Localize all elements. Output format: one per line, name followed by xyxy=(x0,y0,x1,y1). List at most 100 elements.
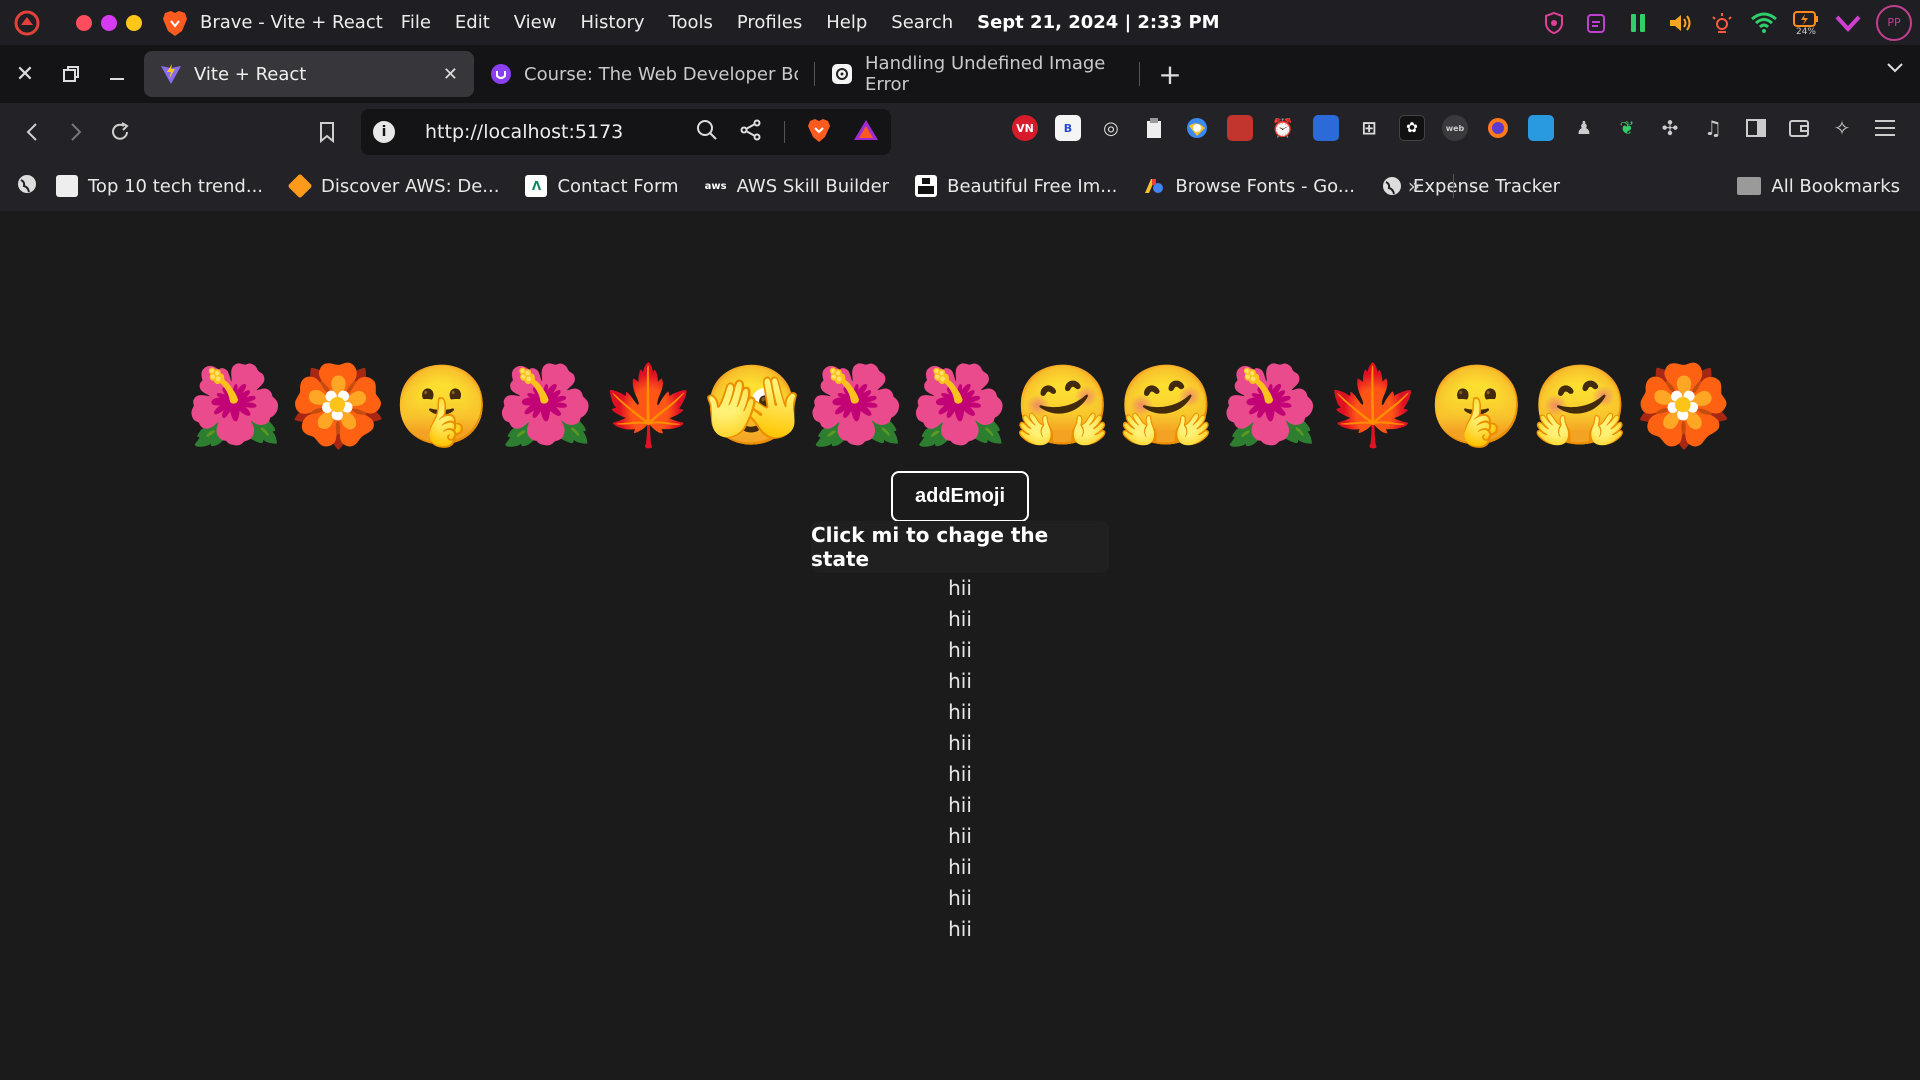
battery-icon[interactable]: 24% xyxy=(1792,9,1820,37)
close-icon[interactable]: ✕ xyxy=(2,51,48,97)
back-button[interactable] xyxy=(12,112,52,152)
more-bookmarks-chevron-icon[interactable]: » xyxy=(1408,174,1420,198)
menu-help[interactable]: Help xyxy=(826,12,867,33)
bookmark-label: Browse Fonts - Go... xyxy=(1175,175,1355,197)
minimize-window-dot[interactable] xyxy=(101,14,117,31)
extension-person-icon[interactable]: ♟ xyxy=(1571,115,1597,141)
shield-icon[interactable] xyxy=(1540,9,1568,37)
extension-clipboard-icon[interactable] xyxy=(1141,115,1167,141)
site-info-icon[interactable]: i xyxy=(373,121,395,143)
list-item: hii xyxy=(948,669,972,693)
extension-grid-icon[interactable]: ⊞ xyxy=(1356,115,1382,141)
list-item: hii xyxy=(948,607,972,631)
address-bar[interactable]: i http://localhost:5173 xyxy=(361,109,891,155)
sidebar-toggle-icon[interactable] xyxy=(1743,115,1769,141)
globe-icon xyxy=(1381,175,1403,197)
unsplash-icon xyxy=(915,175,938,197)
extension-color-globe-icon[interactable] xyxy=(1184,115,1210,141)
extension-openai-icon[interactable]: ✿ xyxy=(1399,115,1425,141)
menu-search[interactable]: Search xyxy=(891,12,953,33)
globe-icon[interactable] xyxy=(16,173,38,200)
emoji-item: 🌺 xyxy=(496,361,596,451)
calendar-icon[interactable] xyxy=(1582,9,1610,37)
extension-leaf-icon[interactable]: ❦ xyxy=(1614,115,1640,141)
volume-icon[interactable] xyxy=(1666,9,1694,37)
divider xyxy=(784,121,785,143)
menu-file[interactable]: File xyxy=(401,12,431,33)
brightness-icon[interactable] xyxy=(1708,9,1736,37)
close-window-dot[interactable] xyxy=(76,14,92,31)
change-state-text[interactable]: Click mi to chage the state xyxy=(811,521,1109,573)
restore-window-icon[interactable] xyxy=(48,51,94,97)
emoji-item: 🌺 xyxy=(910,361,1010,451)
udemy-icon xyxy=(490,63,512,85)
menu-view[interactable]: View xyxy=(514,12,557,33)
tab-search-chevron-icon[interactable] xyxy=(1886,59,1904,80)
list-item: hii xyxy=(948,638,972,662)
extension-firefox-like-icon[interactable] xyxy=(1485,115,1511,141)
bookmark-item[interactable]: Discover AWS: De... xyxy=(287,173,499,199)
chatgpt-icon xyxy=(831,63,853,85)
bookmark-label: Top 10 tech trend... xyxy=(88,175,264,197)
bookmark-item[interactable]: Λ Contact Form xyxy=(525,175,679,197)
emoji-item: 🌺 xyxy=(806,361,907,451)
add-emoji-button[interactable]: addEmoji xyxy=(891,471,1029,522)
extension-vn-icon[interactable]: VN xyxy=(1012,115,1038,141)
extensions-puzzle-icon[interactable]: ✣ xyxy=(1657,115,1683,141)
tab-label: Vite + React xyxy=(194,63,307,85)
menu-edit[interactable]: Edit xyxy=(455,12,490,33)
extension-window-icon[interactable] xyxy=(1313,115,1339,141)
tab-strip: ✕ Vite + React ✕ Course: The Web Develop… xyxy=(0,45,1920,103)
extension-b-icon[interactable]: B xyxy=(1055,115,1081,141)
avatar[interactable]: PP xyxy=(1876,4,1912,41)
bookmark-label: Beautiful Free Im... xyxy=(947,175,1118,197)
system-menu-bar: Brave - Vite + React File Edit View Hist… xyxy=(0,0,1920,45)
bookmark-item[interactable]: Beautiful Free Im... xyxy=(915,175,1117,197)
extension-glasses-icon[interactable]: ◎ xyxy=(1098,115,1124,141)
leo-ai-icon[interactable]: ✧ xyxy=(1829,115,1855,141)
menu-tools[interactable]: Tools xyxy=(669,12,713,33)
all-bookmarks-button[interactable]: All Bookmarks xyxy=(1737,176,1900,197)
url-text[interactable]: http://localhost:5173 xyxy=(425,121,623,143)
distro-logo-icon[interactable] xyxy=(12,8,42,38)
extension-web-icon[interactable]: web xyxy=(1442,115,1468,141)
emoji-row: 🌺 🏵️ 🤫 🌺 🍁 🫣 🌺 🌺 🤗 🤗 🌺 🍁 🤫 🤗 🏵️ xyxy=(0,358,1920,454)
brave-rewards-icon[interactable] xyxy=(853,118,879,146)
app-title: Brave - Vite + React xyxy=(200,12,383,33)
clock[interactable]: Sept 21, 2024 | 2:33 PM xyxy=(977,12,1219,33)
tab-close-icon[interactable]: ✕ xyxy=(443,64,458,85)
hamburger-menu-icon[interactable] xyxy=(1872,115,1898,141)
bookmarks-bar: Top 10 tech trend... Discover AWS: De...… xyxy=(0,161,1920,211)
forward-button[interactable] xyxy=(56,112,96,152)
share-icon[interactable] xyxy=(740,119,762,145)
bookmark-item[interactable]: Top 10 tech trend... xyxy=(56,175,263,197)
page-content: 🌺 🏵️ 🤫 🌺 🍁 🫣 🌺 🌺 🤗 🤗 🌺 🍁 🤫 🤗 🏵️ addEmoji… xyxy=(0,211,1920,1080)
tab-course[interactable]: Course: The Web Developer Boot xyxy=(474,51,814,97)
pause-icon[interactable] xyxy=(1624,9,1652,37)
tab-handling-error[interactable]: Handling Undefined Image Error xyxy=(815,51,1155,97)
brave-shields-icon[interactable] xyxy=(807,117,831,147)
bookmark-page-button[interactable] xyxy=(307,112,347,152)
list-item: hii xyxy=(948,917,972,941)
reload-button[interactable] xyxy=(100,112,140,152)
tab-vite-react[interactable]: Vite + React ✕ xyxy=(144,51,474,97)
media-music-icon[interactable]: ♫ xyxy=(1700,115,1726,141)
minimize-icon[interactable] xyxy=(94,51,140,97)
menu-history[interactable]: History xyxy=(580,12,644,33)
wifi-icon[interactable] xyxy=(1750,9,1778,37)
emoji-item: 🏵️ xyxy=(289,361,389,451)
alarm-clock-icon[interactable]: ⏰ xyxy=(1270,115,1296,141)
menu-profiles[interactable]: Profiles xyxy=(737,12,802,33)
list-item: hii xyxy=(948,700,972,724)
wallet-icon[interactable] xyxy=(1786,115,1812,141)
tab-label: Handling Undefined Image Error xyxy=(865,53,1106,95)
chevron-down-icon[interactable] xyxy=(1834,9,1862,37)
bookmark-item[interactable]: aws AWS Skill Builder xyxy=(704,175,889,197)
extension-book-icon[interactable] xyxy=(1227,115,1253,141)
zoom-icon[interactable] xyxy=(696,119,718,145)
aws-cube-icon xyxy=(287,173,313,199)
extension-wave-icon[interactable] xyxy=(1528,115,1554,141)
emoji-item: 🤫 xyxy=(1427,361,1528,451)
bookmark-item[interactable]: Browse Fonts - Go... xyxy=(1143,175,1355,197)
maximize-window-dot[interactable] xyxy=(126,14,142,31)
